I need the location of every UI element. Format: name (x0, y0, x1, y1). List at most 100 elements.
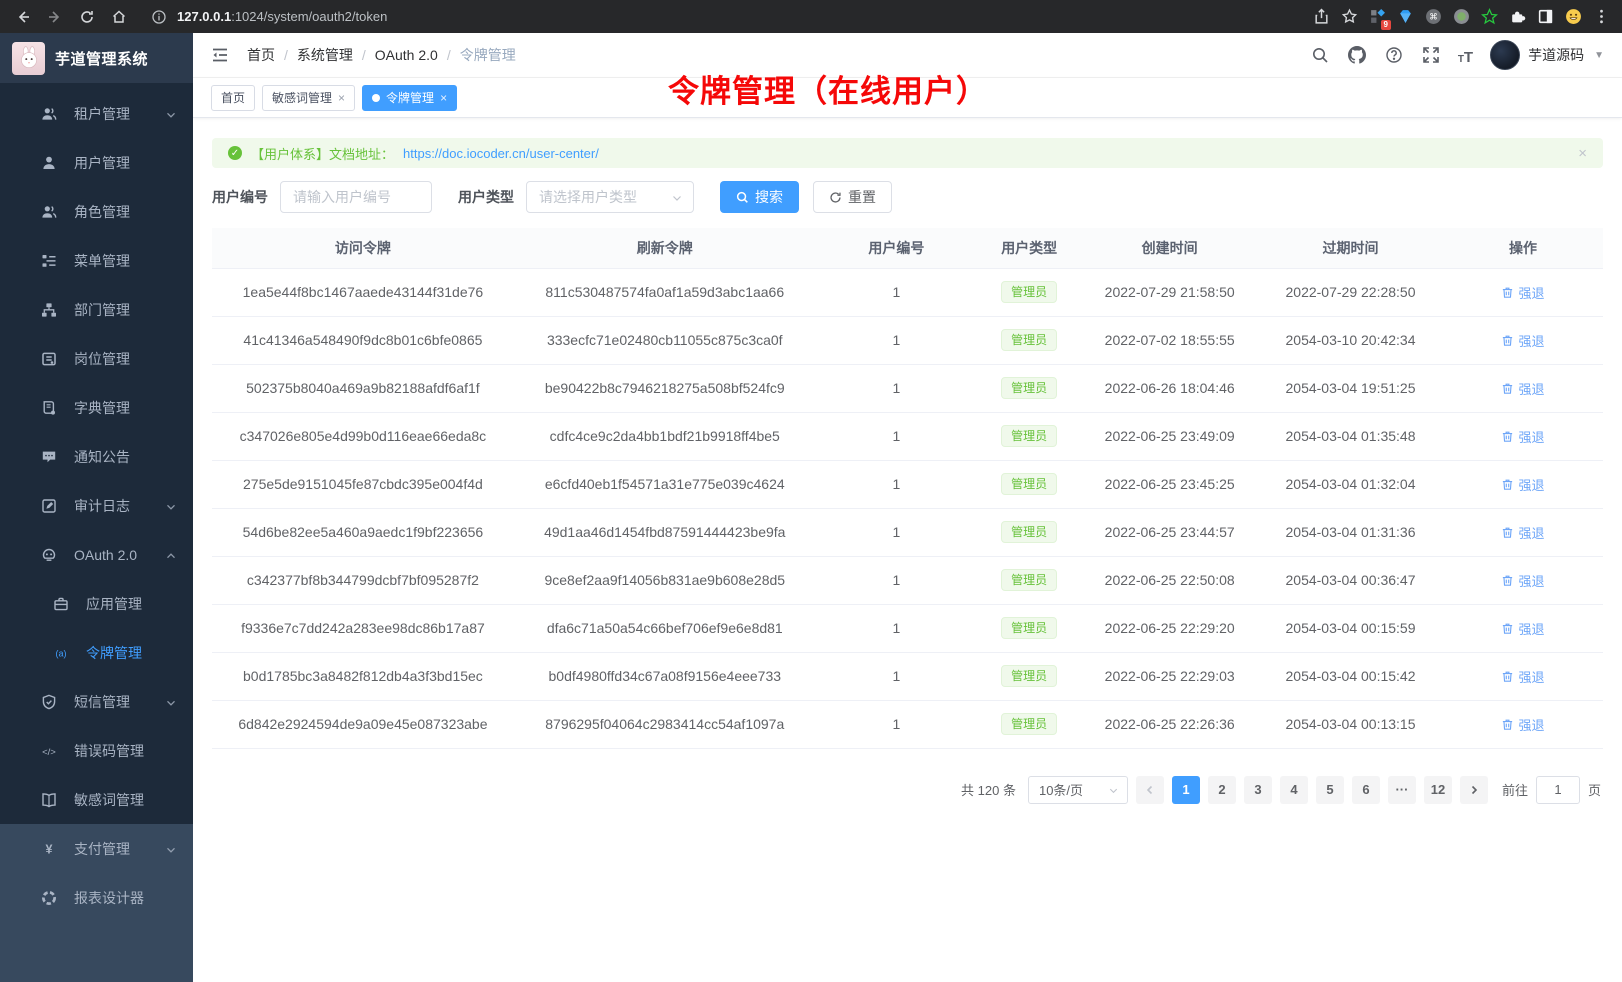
sidebar-item-审计日志[interactable]: 审计日志 (0, 481, 193, 530)
user-menu[interactable]: 芋道源码 ▼ (1490, 40, 1604, 70)
browser-forward-icon[interactable] (40, 4, 70, 30)
github-icon[interactable] (1347, 45, 1367, 65)
force-logout-button[interactable]: 强退 (1501, 427, 1544, 446)
table-row: 502375b8040a469a9b82188afdf6af1fbe90422b… (212, 364, 1603, 412)
sidebar-item-应用管理[interactable]: 应用管理 (0, 579, 193, 628)
column-header: 刷新令牌 (514, 228, 816, 268)
user-icon (40, 154, 58, 172)
extension-record-icon[interactable] (1448, 4, 1474, 30)
user-id-cell: 1 (816, 556, 977, 604)
breadcrumb-item[interactable]: 系统管理 (297, 45, 353, 65)
reset-button[interactable]: 重置 (813, 181, 892, 213)
user-type-badge: 管理员 (1001, 473, 1057, 495)
browser-home-icon[interactable] (104, 4, 134, 30)
page-button-2[interactable]: 2 (1208, 776, 1236, 804)
extension-gem-icon[interactable] (1392, 4, 1418, 30)
user-type-badge: 管理员 (1001, 425, 1057, 447)
page-button-12[interactable]: 12 (1424, 776, 1452, 804)
sidebar-item-角色管理[interactable]: 角色管理 (0, 187, 193, 236)
sidebar-item-用户管理[interactable]: 用户管理 (0, 138, 193, 187)
sidebar-item-错误码管理[interactable]: </>错误码管理 (0, 726, 193, 775)
next-page-button[interactable] (1460, 776, 1488, 804)
tab-close-icon[interactable]: × (338, 91, 345, 105)
sidebar-item-OAuth 2.0[interactable]: OAuth 2.0 (0, 530, 193, 579)
user-type-select[interactable]: 请选择用户类型 (526, 181, 694, 213)
svg-text:</>: </> (42, 746, 56, 757)
force-logout-button[interactable]: 强退 (1501, 667, 1544, 686)
search-icon[interactable] (1310, 45, 1330, 65)
sidebar-item-label: 字典管理 (74, 398, 130, 418)
tab-令牌管理[interactable]: 令牌管理× (362, 85, 457, 111)
sidebar-item-租户管理[interactable]: 租户管理 (0, 89, 193, 138)
force-logout-button[interactable]: 强退 (1501, 331, 1544, 350)
bookmark-star-icon[interactable] (1336, 4, 1362, 30)
help-icon[interactable] (1384, 45, 1404, 65)
force-logout-button[interactable]: 强退 (1501, 715, 1544, 734)
app-logo-bar[interactable]: 芋道管理系统 (0, 33, 193, 83)
column-header: 用户编号 (816, 228, 977, 268)
browser-reload-icon[interactable] (72, 4, 102, 30)
force-logout-label: 强退 (1518, 283, 1544, 302)
page-button-6[interactable]: 6 (1352, 776, 1380, 804)
sidebar-item-部门管理[interactable]: 部门管理 (0, 285, 193, 334)
token-icon: (a) (52, 644, 70, 662)
sidebar-item-岗位管理[interactable]: 岗位管理 (0, 334, 193, 383)
sidebar-item-敏感词管理[interactable]: 敏感词管理 (0, 775, 193, 824)
force-logout-button[interactable]: 强退 (1501, 475, 1544, 494)
sidebar-item-通知公告[interactable]: 通知公告 (0, 432, 193, 481)
goto-page-input[interactable] (1536, 776, 1580, 804)
user-id-input[interactable] (280, 181, 432, 213)
extension-puzzle-icon[interactable] (1504, 4, 1530, 30)
force-logout-button[interactable]: 强退 (1501, 619, 1544, 638)
font-size-icon[interactable]: TT (1458, 45, 1473, 65)
sidebar-item-字典管理[interactable]: 字典管理 (0, 383, 193, 432)
extension-star-icon[interactable] (1476, 4, 1502, 30)
create-time-cell: 2022-06-25 22:29:03 (1081, 652, 1258, 700)
sidebar-item-令牌管理[interactable]: (a)令牌管理 (0, 628, 193, 677)
tab-close-icon[interactable]: × (440, 91, 447, 105)
column-header: 过期时间 (1258, 228, 1443, 268)
sidebar-item-报表设计器[interactable]: 报表设计器 (0, 873, 193, 922)
force-logout-button[interactable]: 强退 (1501, 571, 1544, 590)
page-size-select[interactable]: 10条/页 (1028, 776, 1128, 804)
force-logout-button[interactable]: 强退 (1501, 379, 1544, 398)
extension-grid-icon[interactable]: 9 (1364, 4, 1390, 30)
page-button-5[interactable]: 5 (1316, 776, 1344, 804)
page-button-3[interactable]: 3 (1244, 776, 1272, 804)
alert-text: 【用户体系】文档地址： (251, 144, 394, 163)
extension-cmd-icon[interactable]: ⌘ (1420, 4, 1446, 30)
extension-panel-icon[interactable] (1532, 4, 1558, 30)
sidebar-item-短信管理[interactable]: 短信管理 (0, 677, 193, 726)
alert-close-icon[interactable]: × (1578, 145, 1587, 162)
expire-time-cell: 2054-03-10 20:42:34 (1258, 316, 1443, 364)
browser-menu-icon[interactable] (1588, 4, 1614, 30)
svg-text:(a): (a) (56, 648, 67, 658)
user-type-cell: 管理员 (977, 412, 1081, 460)
goto-label: 前往 (1502, 780, 1528, 799)
profile-emoji-icon[interactable] (1560, 4, 1586, 30)
page-button-4[interactable]: 4 (1280, 776, 1308, 804)
force-logout-button[interactable]: 强退 (1501, 283, 1544, 302)
share-icon[interactable] (1308, 4, 1334, 30)
tab-首页[interactable]: 首页 (211, 85, 255, 111)
force-logout-button[interactable]: 强退 (1501, 523, 1544, 542)
refresh-token-cell: cdfc4ce9c2da4bb1bdf21b9918ff4be5 (514, 412, 816, 460)
page-ellipsis[interactable]: ··· (1388, 776, 1416, 804)
sidebar-item-label: 应用管理 (86, 594, 142, 614)
breadcrumb-item[interactable]: 首页 (247, 45, 275, 65)
address-bar[interactable]: 127.0.0.1:1024/system/oauth2/token (136, 4, 1306, 30)
search-button[interactable]: 搜索 (720, 181, 799, 213)
tab-敏感词管理[interactable]: 敏感词管理× (262, 85, 355, 111)
page-button-1[interactable]: 1 (1172, 776, 1200, 804)
prev-page-button[interactable] (1136, 776, 1164, 804)
doc-link[interactable]: https://doc.iocoder.cn/user-center/ (403, 146, 599, 161)
sidebar-item-菜单管理[interactable]: 菜单管理 (0, 236, 193, 285)
sidebar-toggle-icon[interactable] (209, 44, 231, 66)
page-size-value: 10条/页 (1039, 780, 1083, 799)
breadcrumb-item[interactable]: OAuth 2.0 (375, 47, 438, 63)
sidebar-item-支付管理[interactable]: ¥支付管理 (0, 824, 193, 873)
notice-icon (40, 448, 58, 466)
site-info-icon[interactable] (150, 4, 168, 30)
fullscreen-icon[interactable] (1421, 45, 1441, 65)
browser-back-icon[interactable] (8, 4, 38, 30)
